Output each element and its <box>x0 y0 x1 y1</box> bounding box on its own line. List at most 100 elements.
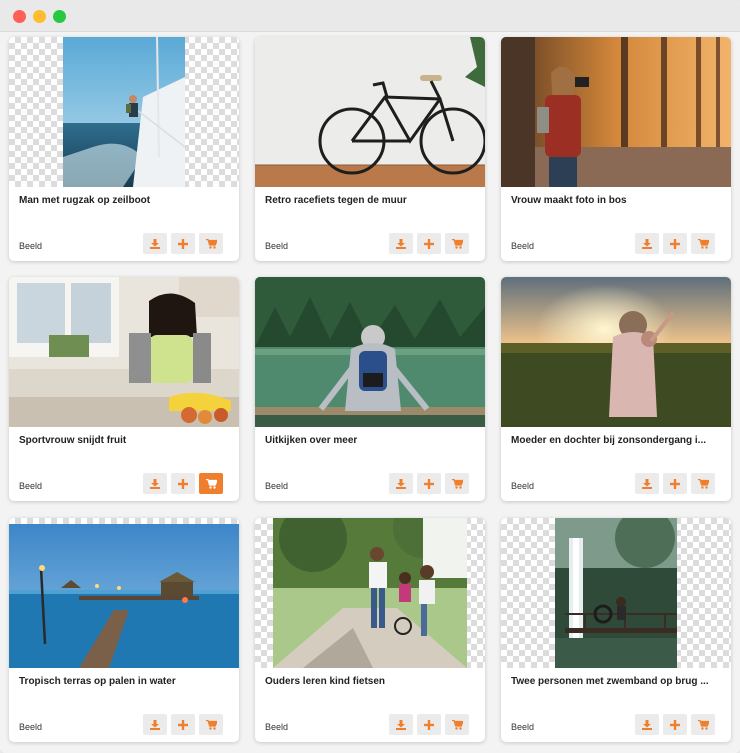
add-button[interactable] <box>417 233 441 254</box>
card-type-label: Beeld <box>19 722 43 732</box>
image-card[interactable]: Man met rugzak op zeilboot Beeld <box>9 37 239 261</box>
cart-icon <box>697 238 709 249</box>
cart-icon <box>205 478 217 489</box>
cart-icon <box>451 238 463 249</box>
waterfall-bridge-photo <box>555 518 677 668</box>
image-thumbnail[interactable] <box>501 37 731 187</box>
card-title: Sportvrouw snijdt fruit <box>19 435 127 446</box>
card-type-label: Beeld <box>511 722 535 732</box>
add-button[interactable] <box>663 473 687 494</box>
image-card[interactable]: Retro racefiets tegen de muur Beeld <box>255 37 485 261</box>
tropical-pier-photo <box>9 524 239 668</box>
add-button[interactable] <box>663 714 687 735</box>
plus-icon <box>670 719 680 730</box>
download-button[interactable] <box>143 473 167 494</box>
cart-button[interactable] <box>691 473 715 494</box>
title-bar <box>0 0 740 32</box>
plus-icon <box>424 719 434 730</box>
browser-window: Man met rugzak op zeilboot Beeld Retro r… <box>0 0 740 753</box>
image-card[interactable]: Sportvrouw snijdt fruit Beeld <box>9 277 239 501</box>
image-card[interactable]: Vrouw maakt foto in bos Beeld <box>501 37 731 261</box>
image-thumbnail[interactable] <box>9 518 239 668</box>
add-button[interactable] <box>171 473 195 494</box>
cart-button[interactable] <box>445 473 469 494</box>
plus-icon <box>178 478 188 489</box>
image-grid: Man met rugzak op zeilboot Beeld Retro r… <box>0 32 740 753</box>
card-type-label: Beeld <box>511 481 535 491</box>
download-icon <box>396 238 406 249</box>
download-button[interactable] <box>143 233 167 254</box>
card-title: Vrouw maakt foto in bos <box>511 195 627 206</box>
cart-icon <box>697 719 709 730</box>
sunset-field-photo <box>501 277 731 427</box>
download-button[interactable] <box>389 714 413 735</box>
forest-photographer-photo <box>501 37 731 187</box>
image-card[interactable]: Twee personen met zwemband op brug ... B… <box>501 518 731 742</box>
cart-icon <box>451 719 463 730</box>
cart-button[interactable] <box>691 714 715 735</box>
download-button[interactable] <box>389 473 413 494</box>
download-icon <box>396 719 406 730</box>
add-button[interactable] <box>171 714 195 735</box>
image-card[interactable]: Ouders leren kind fietsen Beeld <box>255 518 485 742</box>
card-title: Twee personen met zwemband op brug ... <box>511 676 709 687</box>
card-title: Retro racefiets tegen de muur <box>265 195 407 206</box>
card-title: Ouders leren kind fietsen <box>265 676 386 687</box>
card-type-label: Beeld <box>19 481 43 491</box>
close-window-button[interactable] <box>13 10 26 23</box>
plus-icon <box>178 238 188 249</box>
cart-icon <box>205 238 217 249</box>
download-button[interactable] <box>389 233 413 254</box>
card-actions <box>635 233 715 254</box>
image-card[interactable]: Moeder en dochter bij zonsondergang i...… <box>501 277 731 501</box>
add-button[interactable] <box>417 714 441 735</box>
image-card[interactable]: Tropisch terras op palen in water Beeld <box>9 518 239 742</box>
download-button[interactable] <box>635 233 659 254</box>
plus-icon <box>424 478 434 489</box>
cart-button[interactable] <box>199 714 223 735</box>
download-button[interactable] <box>635 473 659 494</box>
cart-button-active[interactable] <box>199 473 223 494</box>
cart-button[interactable] <box>199 233 223 254</box>
minimize-window-button[interactable] <box>33 10 46 23</box>
download-button[interactable] <box>635 714 659 735</box>
bicycle-photo <box>255 37 485 187</box>
card-type-label: Beeld <box>265 241 289 251</box>
cart-icon <box>451 478 463 489</box>
cart-button[interactable] <box>445 714 469 735</box>
download-icon <box>642 238 652 249</box>
image-card[interactable]: Uitkijken over meer Beeld <box>255 277 485 501</box>
download-icon <box>396 478 406 489</box>
image-thumbnail[interactable] <box>255 518 485 668</box>
card-actions <box>143 473 223 494</box>
cart-button[interactable] <box>691 233 715 254</box>
kitchen-fruit-photo <box>9 277 239 427</box>
cart-button[interactable] <box>445 233 469 254</box>
card-actions <box>143 233 223 254</box>
card-title: Man met rugzak op zeilboot <box>19 195 151 206</box>
card-actions <box>389 714 469 735</box>
image-thumbnail[interactable] <box>9 277 239 427</box>
add-button[interactable] <box>663 233 687 254</box>
download-icon <box>642 719 652 730</box>
card-type-label: Beeld <box>265 481 289 491</box>
download-button[interactable] <box>143 714 167 735</box>
image-thumbnail[interactable] <box>9 37 239 187</box>
card-title: Moeder en dochter bij zonsondergang i... <box>511 435 707 446</box>
image-thumbnail[interactable] <box>501 277 731 427</box>
family-cycling-photo <box>273 518 467 668</box>
card-type-label: Beeld <box>511 241 535 251</box>
card-title: Tropisch terras op palen in water <box>19 676 176 687</box>
maximize-window-button[interactable] <box>53 10 66 23</box>
cart-icon <box>205 719 217 730</box>
add-button[interactable] <box>417 473 441 494</box>
card-actions <box>143 714 223 735</box>
cart-icon <box>697 478 709 489</box>
download-icon <box>150 719 160 730</box>
card-type-label: Beeld <box>19 241 43 251</box>
image-thumbnail[interactable] <box>255 37 485 187</box>
card-actions <box>389 473 469 494</box>
image-thumbnail[interactable] <box>501 518 731 668</box>
image-thumbnail[interactable] <box>255 277 485 427</box>
add-button[interactable] <box>171 233 195 254</box>
